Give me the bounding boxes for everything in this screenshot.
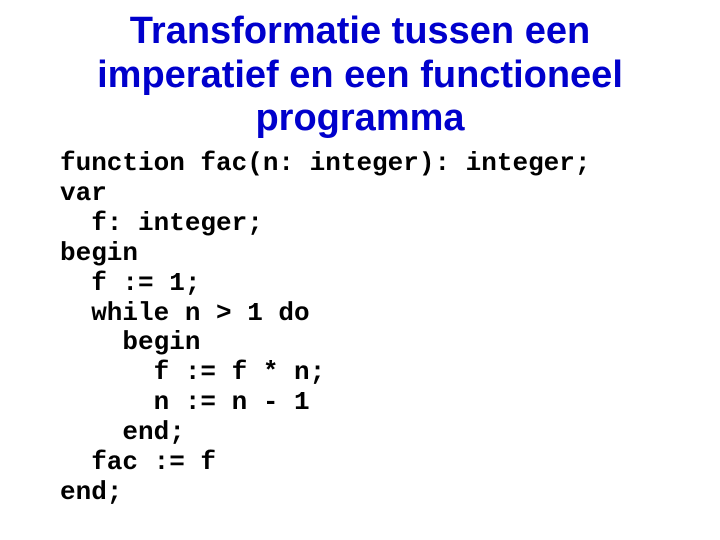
slide-title: Transformatie tussen een imperatief en e…	[40, 10, 680, 141]
code-block: function fac(n: integer): integer; var f…	[40, 149, 680, 508]
